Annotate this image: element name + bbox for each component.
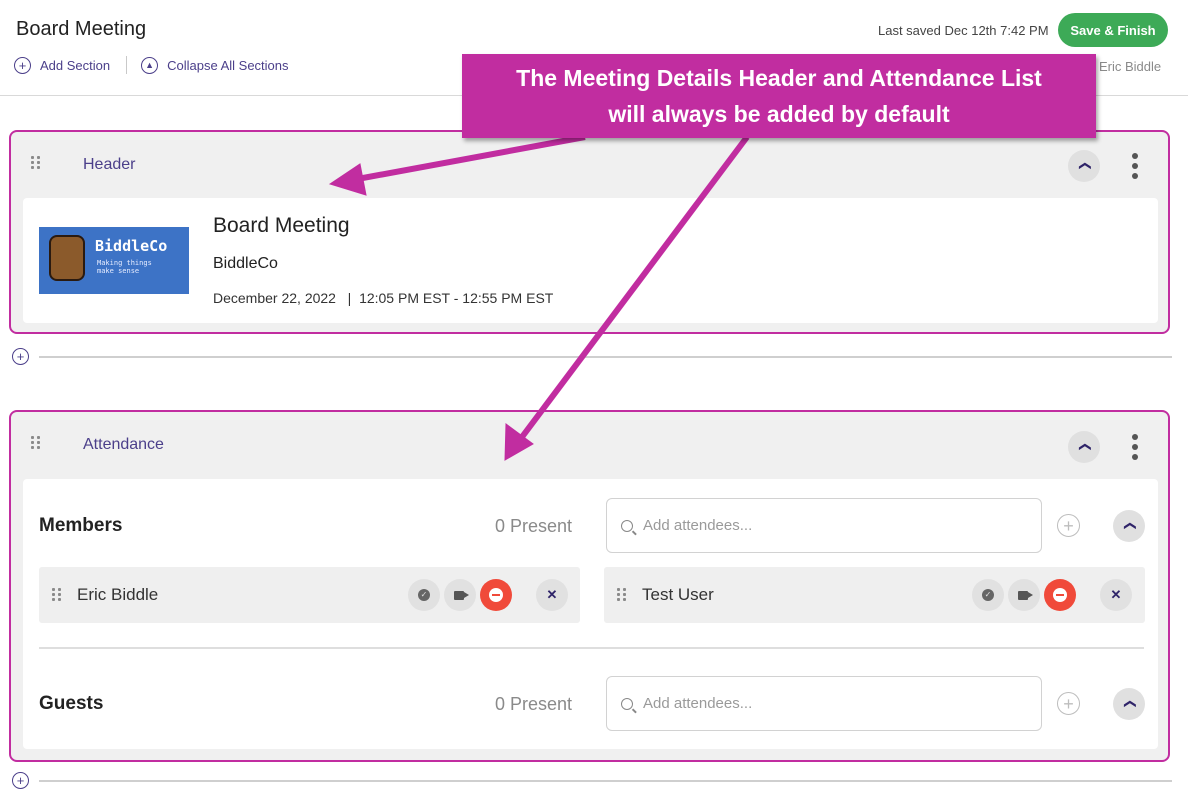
section-header: Header ❯ <box>11 132 1168 196</box>
collapse-section-button[interactable]: ❯ <box>1068 150 1100 182</box>
header-section: Header ❯ BiddleCo Making things make sen… <box>9 130 1170 334</box>
group-divider <box>39 647 1144 649</box>
collapse-section-button[interactable]: ❯ <box>1068 431 1100 463</box>
search-icon <box>621 697 633 710</box>
more-options-icon[interactable] <box>1130 153 1140 179</box>
video-camera-icon <box>1017 590 1033 600</box>
annotation-line-2: will always be added by default <box>608 101 950 127</box>
members-present-count: 0 Present <box>495 516 573 536</box>
logo-tagline: Making things make sense <box>97 259 152 275</box>
video-camera-icon <box>453 590 469 600</box>
drag-handle-icon[interactable] <box>52 588 64 602</box>
plus-circle-icon: + <box>14 56 31 74</box>
attendance-body: Members 0 Present + ❯ Eric Biddle ✓ ✕ Te… <box>23 479 1158 749</box>
members-title: Members <box>39 515 123 536</box>
company-logo: BiddleCo Making things make sense <box>39 227 189 294</box>
absent-button[interactable] <box>480 579 512 611</box>
check-icon: ✓ <box>418 589 430 601</box>
meeting-date: December 22, 2022 <box>213 290 336 306</box>
guests-search <box>606 676 1042 731</box>
present-button[interactable]: ✓ <box>408 579 440 611</box>
drag-handle-icon[interactable] <box>31 156 43 170</box>
guests-title: Guests <box>39 693 104 714</box>
logo-text: BiddleCo <box>95 237 168 255</box>
section-title: Attendance <box>83 436 164 453</box>
section-header: Attendance ❯ <box>11 412 1168 476</box>
last-saved-text: Last saved Dec 12th 7:42 PM <box>878 23 1049 38</box>
date-separator: | <box>339 290 356 306</box>
minus-circle-icon <box>489 588 503 602</box>
members-search <box>606 498 1042 553</box>
meeting-time: 12:05 PM EST - 12:55 PM EST <box>359 290 554 306</box>
present-button[interactable]: ✓ <box>972 579 1004 611</box>
collapse-all-label: Collapse All Sections <box>167 57 289 73</box>
divider-line <box>39 780 1172 782</box>
add-section-plus-icon[interactable]: + <box>12 772 29 789</box>
add-guest-icon[interactable]: + <box>1057 692 1080 715</box>
more-options-icon[interactable] <box>1130 434 1140 460</box>
attendee-row: Eric Biddle ✓ ✕ <box>39 567 580 623</box>
annotation-callout: The Meeting Details Header and Attendanc… <box>462 54 1096 138</box>
divider-line <box>39 356 1172 358</box>
remote-button[interactable] <box>1008 579 1040 611</box>
minus-circle-icon <box>1053 588 1067 602</box>
chevron-up-circle-icon: ▲ <box>141 56 159 74</box>
meeting-datetime: December 22, 2022 | 12:05 PM EST - 12:55… <box>213 290 553 306</box>
add-section-row: + <box>12 771 1172 791</box>
save-finish-button[interactable]: Save & Finish <box>1058 13 1168 47</box>
add-section-button[interactable]: + Add Section <box>14 56 111 74</box>
attendee-name: Test User <box>642 585 714 604</box>
remove-attendee-button[interactable]: ✕ <box>1100 579 1132 611</box>
add-attendee-icon[interactable]: + <box>1057 514 1080 537</box>
meeting-title: Board Meeting <box>213 214 350 237</box>
drag-handle-icon[interactable] <box>31 436 43 450</box>
attendee-name: Eric Biddle <box>77 585 159 604</box>
section-title: Header <box>83 156 136 173</box>
page-title: Board Meeting <box>16 18 147 40</box>
annotation-line-1: The Meeting Details Header and Attendanc… <box>516 65 1042 91</box>
header-body: BiddleCo Making things make sense Board … <box>23 198 1158 323</box>
check-icon: ✓ <box>982 589 994 601</box>
user-name: Eric Biddle <box>1099 59 1162 74</box>
guests-present-count: 0 Present <box>495 694 573 714</box>
remove-attendee-button[interactable]: ✕ <box>536 579 568 611</box>
search-icon <box>621 519 633 532</box>
collapse-members-button[interactable]: ❯ <box>1113 510 1145 542</box>
members-search-input[interactable] <box>643 517 1023 534</box>
collapse-all-button[interactable]: ▲ Collapse All Sections <box>141 56 289 74</box>
top-actions: + Add Section ▲ Collapse All Sections <box>14 56 289 74</box>
absent-button[interactable] <box>1044 579 1076 611</box>
guests-search-input[interactable] <box>643 695 1023 712</box>
add-section-label: Add Section <box>40 57 111 73</box>
mascot-icon <box>49 235 85 281</box>
divider <box>126 56 128 74</box>
remote-button[interactable] <box>444 579 476 611</box>
attendee-row: Test User ✓ ✕ <box>604 567 1145 623</box>
add-section-row: + <box>12 347 1172 367</box>
attendance-section: Attendance ❯ Members 0 Present + ❯ Eric … <box>9 410 1170 762</box>
add-section-plus-icon[interactable]: + <box>12 348 29 365</box>
collapse-guests-button[interactable]: ❯ <box>1113 688 1145 720</box>
drag-handle-icon[interactable] <box>617 588 629 602</box>
organization-name: BiddleCo <box>213 255 278 272</box>
